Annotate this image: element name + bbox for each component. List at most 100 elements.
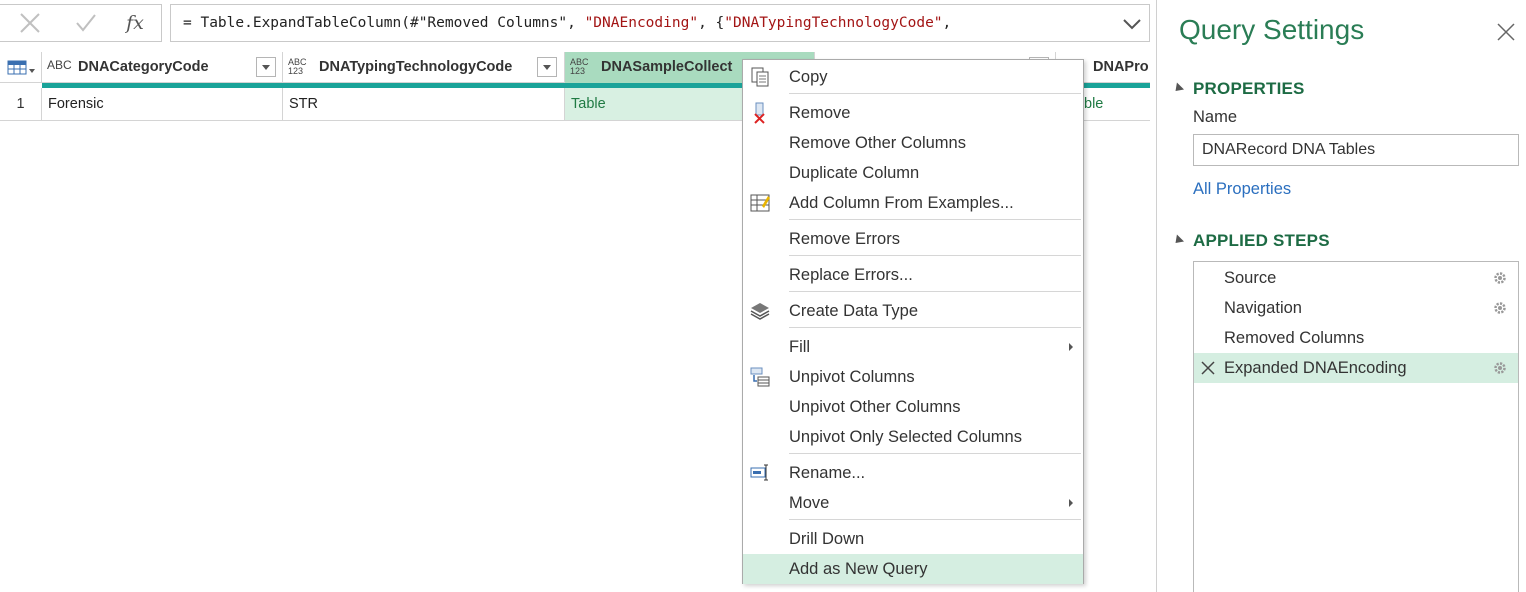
menu-item-unpivot-other-columns[interactable]: Unpivot Other Columns	[743, 392, 1083, 422]
all-properties-link[interactable]: All Properties	[1193, 180, 1291, 199]
rename-icon	[749, 462, 771, 484]
table-icon	[7, 60, 35, 75]
gear-icon[interactable]	[1492, 360, 1508, 376]
menu-item-label: Remove	[789, 104, 851, 122]
x-icon	[20, 13, 40, 33]
menu-item-label: Add Column From Examples...	[789, 194, 1014, 212]
column-name: DNASampleCollect	[601, 59, 733, 75]
menu-item-remove[interactable]: Remove	[743, 98, 1083, 128]
menu-separator	[789, 327, 1081, 328]
table-cell[interactable]: STR	[283, 88, 565, 120]
formula-part: ,	[942, 15, 952, 31]
column-name: DNAPro	[1093, 59, 1149, 75]
menu-item-create-data-type[interactable]: Create Data Type	[743, 296, 1083, 326]
name-label: Name	[1193, 108, 1238, 126]
formula-part: "DNAEncoding"	[584, 15, 699, 31]
menu-item-replace-errors[interactable]: Replace Errors...	[743, 260, 1083, 290]
menu-item-label: Move	[789, 494, 830, 512]
step-removed-columns[interactable]: Removed Columns	[1194, 323, 1518, 353]
close-icon	[1497, 23, 1515, 41]
table-menu-button[interactable]	[0, 52, 42, 83]
submenu-arrow-icon	[1069, 499, 1073, 507]
query-name-field[interactable]	[1193, 134, 1519, 166]
menu-item-label: Rename...	[789, 464, 866, 482]
menu-item-duplicate-column[interactable]: Duplicate Column	[743, 158, 1083, 188]
column-context-menu: Copy Remove Remove Other Columns Duplica…	[742, 59, 1084, 584]
step-label: Navigation	[1224, 299, 1302, 317]
menu-item-label: Fill	[789, 338, 811, 356]
menu-item-rename[interactable]: Rename...	[743, 458, 1083, 488]
step-expanded-dnaencoding[interactable]: Expanded DNAEncoding	[1194, 353, 1518, 383]
submenu-arrow-icon	[1069, 343, 1073, 351]
menu-item-unpivot-columns[interactable]: Unpivot Columns	[743, 362, 1083, 392]
formula-text[interactable]: = Table.ExpandTableColumn(#"Removed Colu…	[183, 15, 951, 31]
text-type-icon[interactable]: ABC	[47, 59, 72, 71]
menu-item-label: Drill Down	[789, 530, 865, 548]
menu-item-label: Add as New Query	[789, 560, 928, 578]
menu-separator	[789, 291, 1081, 292]
formula-part: , {	[698, 15, 725, 31]
gear-icon[interactable]	[1492, 300, 1508, 316]
collapse-triangle-icon	[1171, 234, 1185, 247]
query-settings-pane: Query Settings PROPERTIES Name All Prope…	[1156, 0, 1526, 592]
menu-separator	[789, 453, 1081, 454]
section-title: PROPERTIES	[1193, 79, 1305, 98]
delete-step-button[interactable]	[1200, 360, 1216, 376]
any-type-icon[interactable]: ABC 123	[288, 58, 312, 76]
formula-part: "DNATypingTechnologyCode"	[724, 15, 943, 31]
formula-input[interactable]: = Table.ExpandTableColumn(#"Removed Colu…	[170, 4, 1150, 42]
menu-separator	[789, 255, 1081, 256]
menu-item-label: Unpivot Columns	[789, 368, 915, 386]
insert-function-button[interactable]: fx	[121, 9, 149, 37]
check-icon	[76, 14, 96, 32]
chevron-down-icon	[1123, 19, 1141, 30]
gear-icon[interactable]	[1492, 270, 1508, 286]
step-label: Removed Columns	[1224, 329, 1365, 347]
column-name: DNACategoryCode	[78, 59, 209, 75]
menu-item-unpivot-only-selected-columns[interactable]: Unpivot Only Selected Columns	[743, 422, 1083, 452]
step-label: Source	[1224, 269, 1277, 287]
step-navigation[interactable]: Navigation	[1194, 293, 1518, 323]
close-pane-button[interactable]	[1494, 20, 1518, 44]
menu-item-fill[interactable]: Fill	[743, 332, 1083, 362]
menu-item-label: Remove Other Columns	[789, 134, 966, 152]
menu-item-label: Unpivot Other Columns	[789, 398, 961, 416]
remove-column-icon	[749, 102, 771, 124]
step-label: Expanded DNAEncoding	[1224, 359, 1407, 377]
menu-item-add-column-from-examples[interactable]: Add Column From Examples...	[743, 188, 1083, 218]
any-type-icon[interactable]: ABC 123	[570, 58, 594, 76]
menu-item-add-as-new-query[interactable]: Add as New Query	[743, 554, 1083, 584]
menu-separator	[789, 519, 1081, 520]
pane-title: Query Settings	[1179, 14, 1365, 45]
applied-steps-section-header[interactable]: APPLIED STEPS	[1171, 231, 1330, 251]
step-source[interactable]: Source	[1194, 263, 1518, 293]
menu-item-move[interactable]: Move	[743, 488, 1083, 518]
menu-item-label: Replace Errors...	[789, 266, 913, 284]
expand-formula-button[interactable]	[1121, 13, 1143, 35]
menu-separator	[789, 219, 1081, 220]
menu-item-label: Create Data Type	[789, 302, 919, 320]
commit-formula-button[interactable]	[72, 9, 100, 37]
menu-item-label: Remove Errors	[789, 230, 900, 248]
menu-item-copy[interactable]: Copy	[743, 62, 1083, 92]
properties-section-header[interactable]: PROPERTIES	[1171, 79, 1305, 99]
cancel-formula-button[interactable]	[16, 9, 44, 37]
data-type-icon	[749, 300, 771, 322]
column-filter-button[interactable]	[537, 57, 557, 77]
menu-item-remove-errors[interactable]: Remove Errors	[743, 224, 1083, 254]
column-header-dnatypingtechnologycode[interactable]: ABC 123 DNATypingTechnologyCode	[283, 52, 565, 83]
column-header-dnacategorycode[interactable]: ABC DNACategoryCode	[42, 52, 283, 83]
table-cell[interactable]: Forensic	[42, 88, 283, 120]
formula-part: = Table.ExpandTableColumn(#"Removed Colu…	[183, 15, 585, 31]
column-name: DNATypingTechnologyCode	[319, 59, 513, 75]
copy-icon	[749, 66, 771, 88]
column-filter-button[interactable]	[256, 57, 276, 77]
menu-item-remove-other-columns[interactable]: Remove Other Columns	[743, 128, 1083, 158]
unpivot-icon	[749, 366, 771, 388]
menu-separator	[789, 93, 1081, 94]
menu-item-label: Unpivot Only Selected Columns	[789, 428, 1022, 446]
section-title: APPLIED STEPS	[1193, 231, 1330, 250]
menu-item-label: Duplicate Column	[789, 164, 920, 182]
column-from-examples-icon	[749, 192, 771, 214]
menu-item-drill-down[interactable]: Drill Down	[743, 524, 1083, 554]
